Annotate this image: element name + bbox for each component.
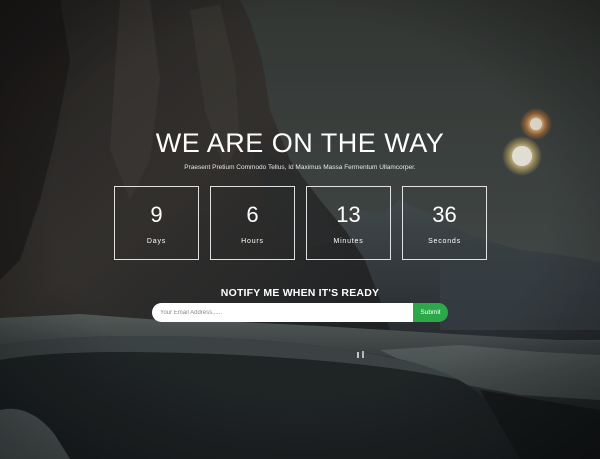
page-title: WE ARE ON THE WAY (155, 128, 445, 158)
countdown-seconds-label: Seconds (428, 238, 461, 245)
countdown-minutes: 13 Minutes (306, 186, 391, 260)
countdown-hours-label: Hours (241, 238, 264, 245)
countdown-days-value: 9 (150, 202, 163, 227)
countdown-minutes-label: Minutes (333, 238, 364, 245)
countdown-seconds: 36 Seconds (402, 186, 487, 260)
notify-heading: NOTIFY ME WHEN IT'S READY (220, 287, 380, 299)
countdown-hours-value: 6 (246, 202, 259, 227)
notify-form: Submit (152, 303, 448, 322)
hero-content: WE ARE ON THE WAY Praesent Pretium Commo… (0, 0, 600, 459)
countdown-timer: 9 Days 6 Hours 13 Minutes 36 Seconds (114, 186, 487, 260)
countdown-minutes-value: 13 (336, 202, 361, 227)
countdown-days-label: Days (146, 238, 167, 245)
countdown-days: 9 Days (114, 186, 199, 260)
submit-button[interactable]: Submit (413, 303, 448, 322)
coming-soon-page: WE ARE ON THE WAY Praesent Pretium Commo… (0, 0, 600, 459)
page-subtitle: Praesent Pretium Commodo Tellus, Id Maxi… (184, 164, 416, 171)
email-input[interactable] (152, 303, 414, 322)
countdown-seconds-value: 36 (432, 202, 457, 227)
countdown-hours: 6 Hours (210, 186, 295, 260)
